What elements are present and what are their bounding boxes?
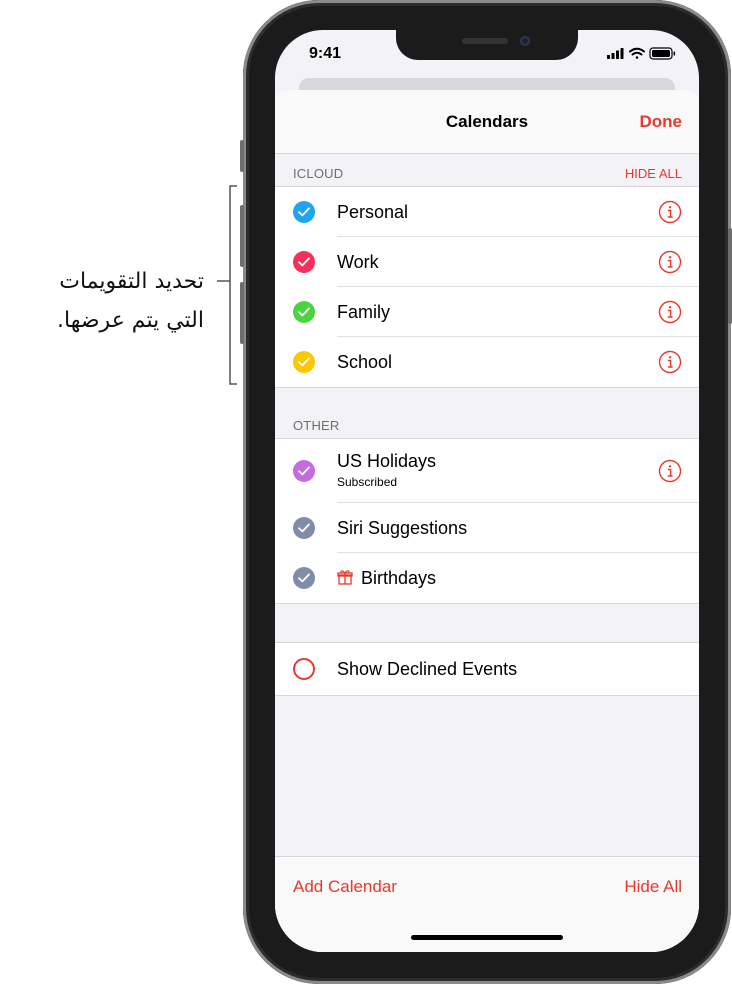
calendar-label: Work bbox=[337, 252, 379, 272]
calendar-checkbox[interactable] bbox=[293, 351, 315, 373]
other-calendar-list: US Holidays Subscribed Siri Suggestions Bir… bbox=[275, 438, 699, 604]
calendar-label: Siri Suggestions bbox=[337, 518, 468, 538]
checkmark-icon bbox=[298, 466, 310, 476]
battery-icon bbox=[649, 47, 676, 60]
done-button[interactable]: Done bbox=[640, 112, 683, 132]
calendar-label: School bbox=[337, 352, 393, 372]
section-label-other: OTHER bbox=[293, 418, 340, 433]
calendar-label: US Holidays bbox=[337, 451, 437, 471]
icloud-calendar-list: Personal Work Family School bbox=[275, 186, 699, 388]
speaker bbox=[462, 38, 508, 44]
declined-events-label: Show Declined Events bbox=[337, 659, 518, 679]
info-icon[interactable] bbox=[658, 200, 682, 224]
calendar-label: Personal bbox=[337, 202, 409, 222]
calendars-sheet: Calendars Done ICLOUD HIDE ALL Personal W… bbox=[275, 90, 699, 952]
calendar-row-school[interactable]: School bbox=[275, 337, 699, 387]
home-indicator bbox=[411, 935, 563, 940]
info-icon[interactable] bbox=[658, 300, 682, 324]
hide-all-button[interactable]: Hide All bbox=[624, 877, 682, 897]
checkmark-icon bbox=[298, 257, 310, 267]
checkmark-icon bbox=[298, 357, 310, 367]
checkmark-icon bbox=[298, 307, 310, 317]
checkmark-icon bbox=[298, 523, 310, 533]
wifi-icon bbox=[629, 47, 645, 59]
calendar-checkbox[interactable] bbox=[293, 251, 315, 273]
calendar-checkbox[interactable] bbox=[293, 301, 315, 323]
checkmark-icon bbox=[298, 207, 310, 217]
nav-bar: Calendars Done bbox=[275, 90, 699, 154]
callout-line-2: التي يتم عرضها. bbox=[57, 308, 204, 333]
declined-events-group: Show Declined Events bbox=[275, 642, 699, 696]
calendar-label: Birthdays bbox=[361, 568, 437, 588]
camera bbox=[520, 36, 530, 46]
calendar-row-family[interactable]: Family bbox=[275, 287, 699, 337]
notch bbox=[396, 30, 578, 60]
calendar-row-siri-suggestions[interactable]: Siri Suggestions bbox=[275, 503, 699, 553]
silent-switch bbox=[240, 140, 244, 172]
calendar-checkbox[interactable] bbox=[293, 201, 315, 223]
volume-up-button bbox=[240, 205, 244, 267]
callout-text: تحديد التقويمات التي يتم عرضها. bbox=[0, 262, 204, 340]
calendar-checkbox[interactable] bbox=[293, 567, 315, 589]
info-icon[interactable] bbox=[658, 350, 682, 374]
calendar-checkbox[interactable] bbox=[293, 460, 315, 482]
info-icon[interactable] bbox=[658, 250, 682, 274]
calendar-row-birthdays[interactable]: Birthdays bbox=[275, 553, 699, 603]
show-declined-events-row[interactable]: Show Declined Events bbox=[275, 643, 699, 695]
section-header-icloud: ICLOUD HIDE ALL bbox=[275, 154, 699, 188]
gift-icon bbox=[337, 569, 353, 590]
info-icon[interactable] bbox=[658, 459, 682, 483]
calendar-row-work[interactable]: Work bbox=[275, 237, 699, 287]
status-time: 9:41 bbox=[309, 45, 342, 62]
section-header-other: OTHER bbox=[275, 406, 699, 440]
add-calendar-button[interactable]: Add Calendar bbox=[293, 877, 397, 897]
calendar-label: Family bbox=[337, 302, 390, 322]
callout-line-1: تحديد التقويمات bbox=[59, 269, 204, 294]
declined-events-toggle[interactable] bbox=[293, 658, 315, 680]
calendar-sublabel: Subscribed bbox=[337, 475, 398, 489]
signal-icon bbox=[607, 48, 624, 59]
calendar-row-personal[interactable]: Personal bbox=[275, 187, 699, 237]
side-button bbox=[728, 228, 732, 324]
hide-all-icloud-button[interactable]: HIDE ALL bbox=[625, 166, 682, 181]
status-icons bbox=[607, 47, 676, 60]
checkmark-icon bbox=[298, 573, 310, 583]
calendar-row-us-holidays[interactable]: US Holidays Subscribed bbox=[275, 439, 699, 503]
nav-title: Calendars bbox=[445, 112, 529, 131]
volume-down-button bbox=[240, 282, 244, 344]
section-label-icloud: ICLOUD bbox=[293, 166, 344, 181]
calendar-checkbox[interactable] bbox=[293, 517, 315, 539]
phone-screen: 9:41 Calendars Done ICLOUD HIDE ALL Pers… bbox=[275, 30, 699, 952]
bottom-toolbar: Add Calendar Hide All bbox=[275, 856, 699, 952]
